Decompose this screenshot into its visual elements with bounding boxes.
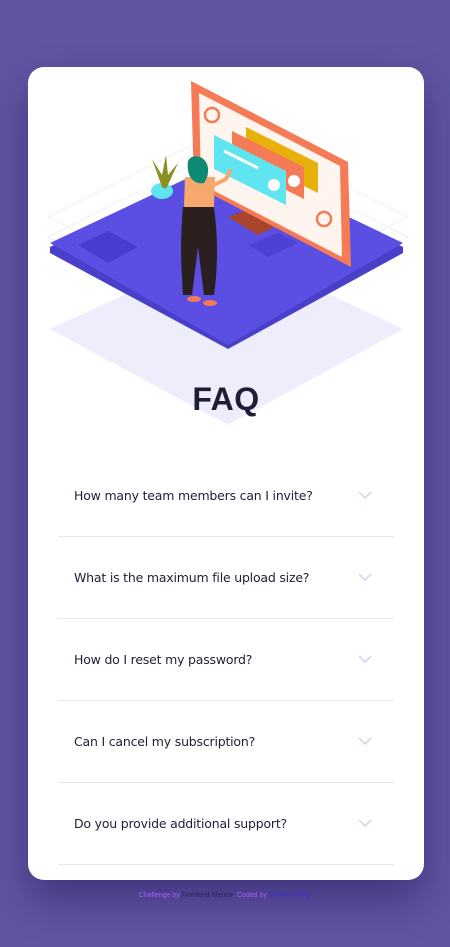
faq-question: What is the maximum file upload size? — [74, 570, 310, 585]
faq-item[interactable]: What is the maximum file upload size? — [58, 537, 394, 619]
faq-item[interactable]: How many team members can I invite? — [58, 455, 394, 537]
faq-question: Can I cancel my subscription? — [74, 734, 256, 749]
faq-item[interactable]: Can I cancel my subscription? — [58, 701, 394, 783]
faq-question: How many team members can I invite? — [74, 488, 313, 503]
faq-item[interactable]: How do I reset my password? — [58, 619, 394, 701]
faq-question: How do I reset my password? — [74, 652, 253, 667]
chevron-down-icon — [358, 572, 372, 581]
attribution: Challenge by Frontend Mentor. Coded by V… — [138, 892, 312, 899]
attribution-coded-by: Coded by — [236, 892, 267, 899]
chevron-down-icon — [358, 736, 372, 745]
attribution-prefix: Challenge by — [138, 892, 180, 899]
faq-card: FAQ How many team members can I invite? … — [28, 67, 424, 880]
chevron-down-icon — [358, 818, 372, 827]
faq-question: Do you provide additional support? — [74, 816, 287, 831]
plant-leaves — [152, 155, 178, 189]
chevron-down-icon — [358, 490, 372, 499]
chevron-down-icon — [358, 654, 372, 663]
faq-list: How many team members can I invite? What… — [58, 455, 394, 865]
page-title: FAQ — [192, 381, 260, 417]
faq-item[interactable]: Do you provide additional support? — [58, 783, 394, 865]
author-link[interactable]: Vasiliki Kollia — [269, 892, 309, 899]
frontend-mentor-link[interactable]: Frontend Mentor — [182, 892, 233, 899]
